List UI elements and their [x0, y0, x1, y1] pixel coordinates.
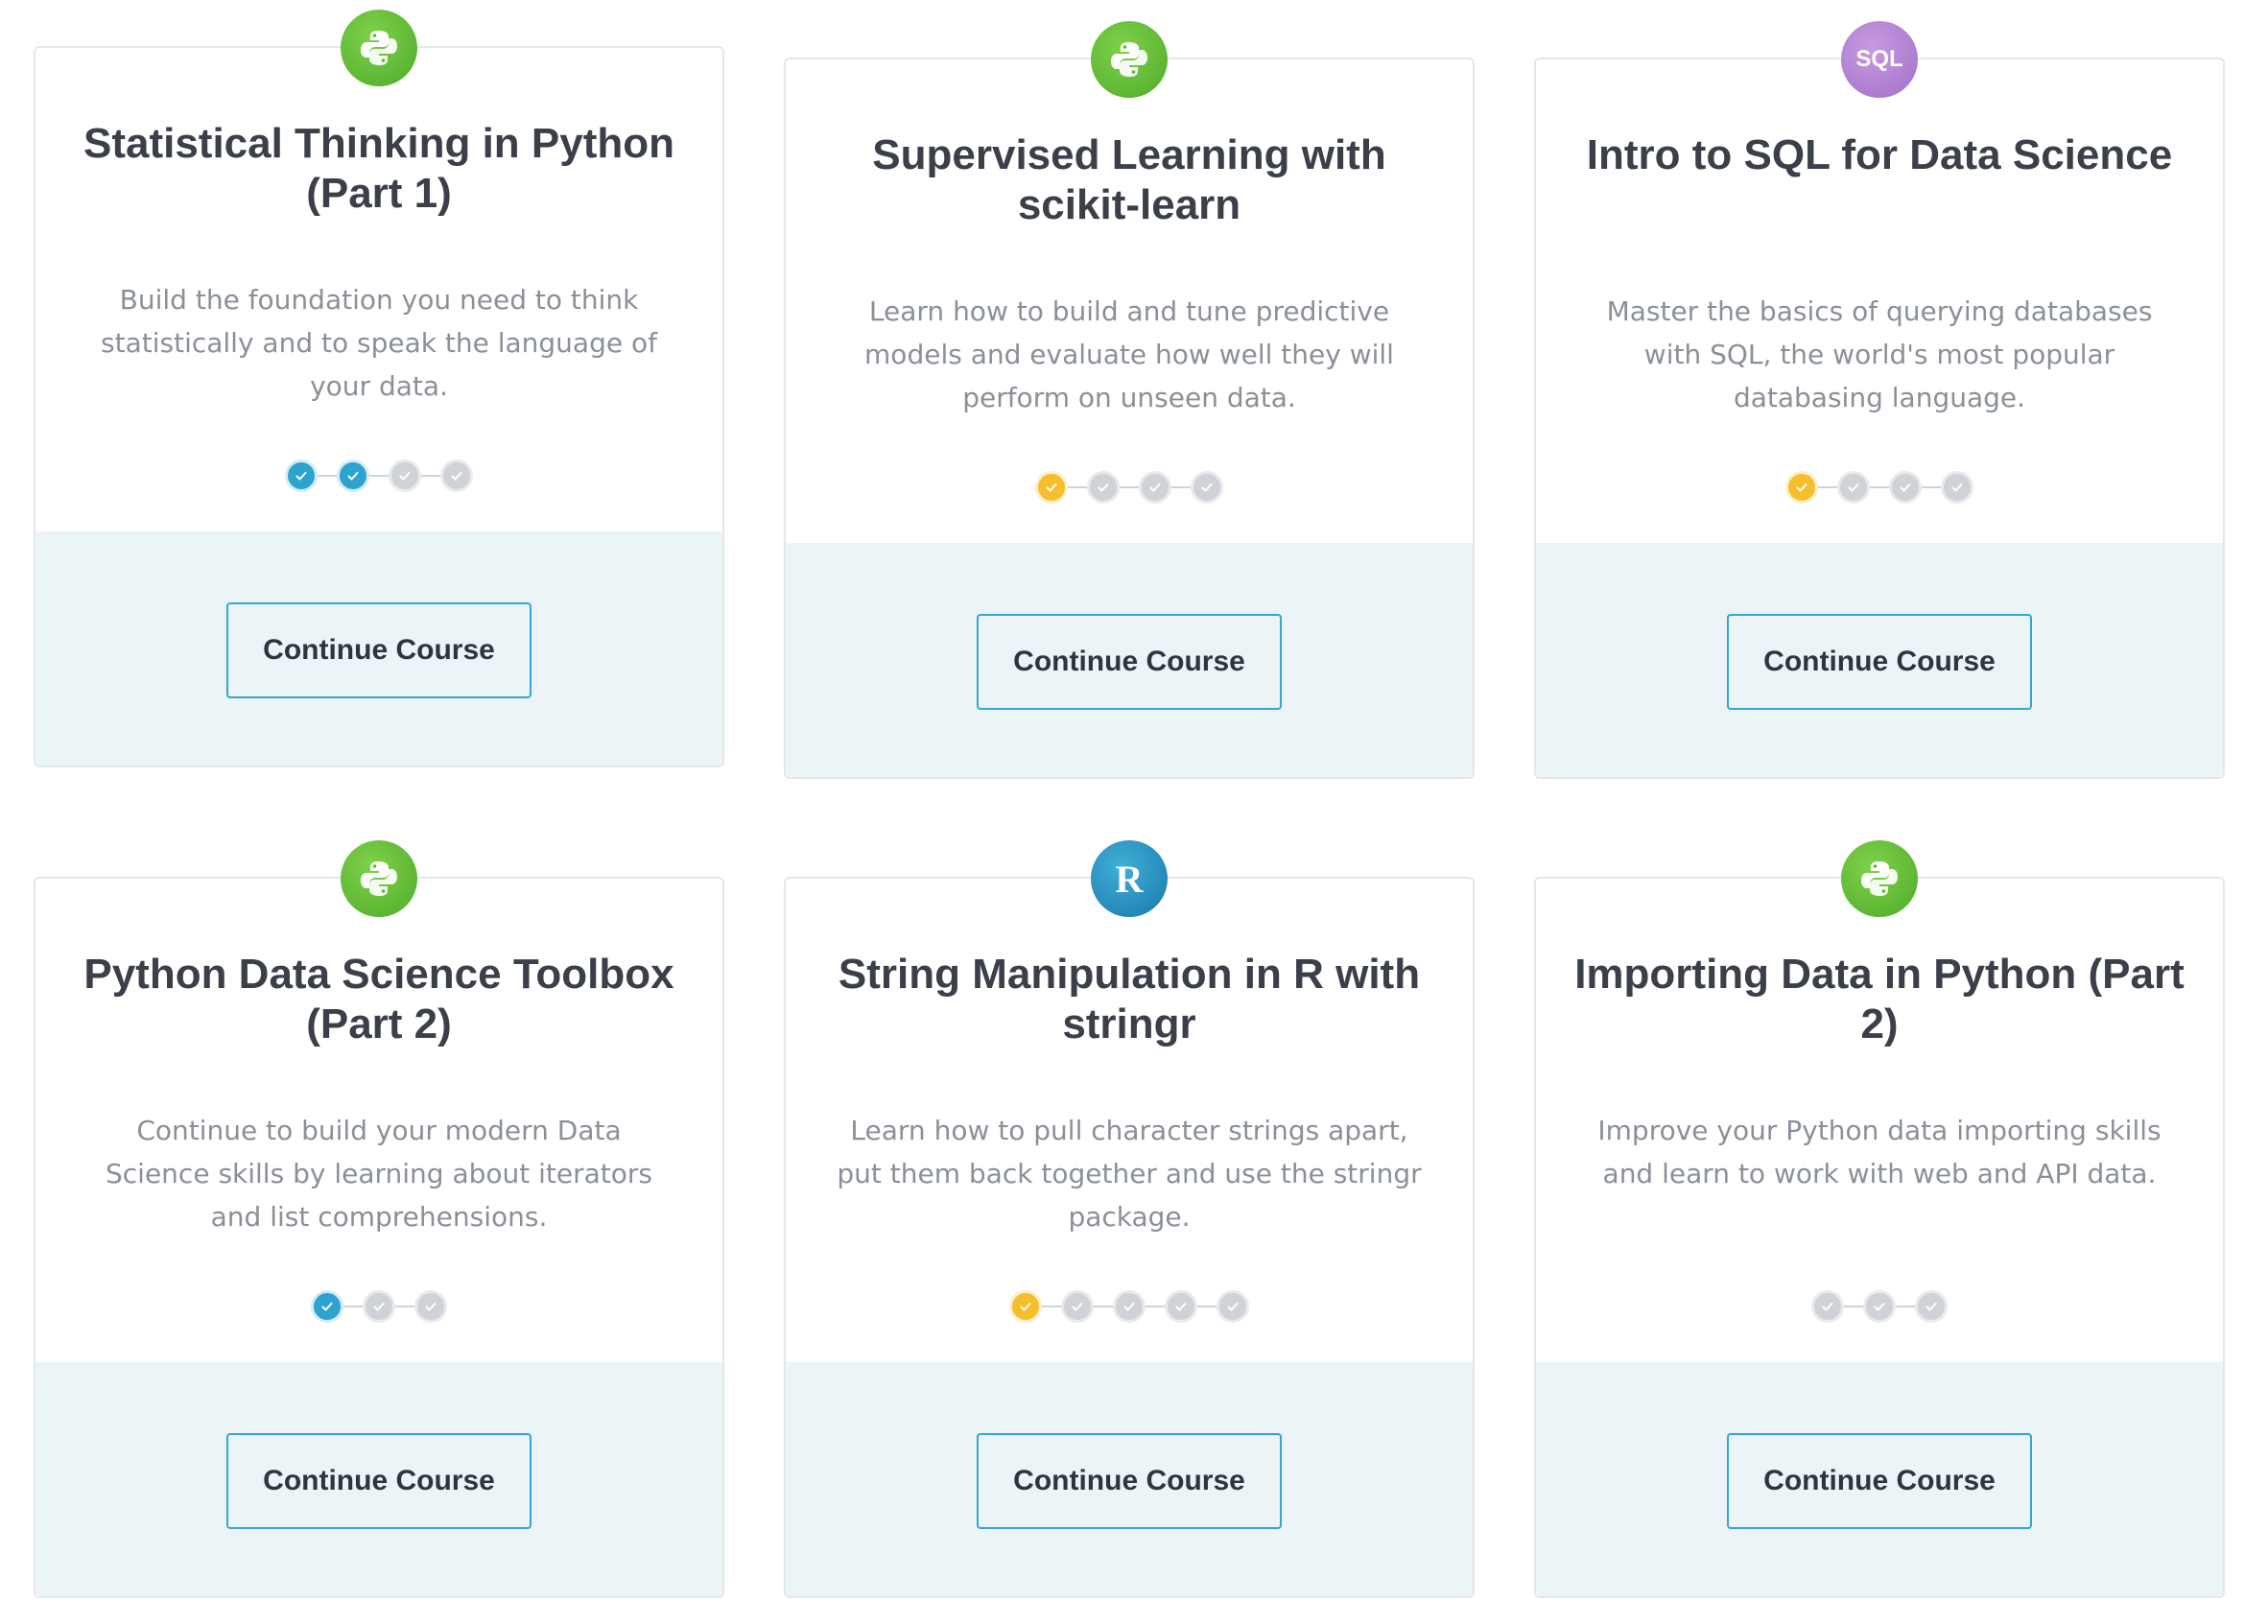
progress-step-incomplete	[389, 459, 421, 492]
course-description: Learn how to build and tune predictive m…	[864, 295, 1394, 413]
progress-step-complete	[1009, 1290, 1042, 1323]
continue-course-button[interactable]: Continue Course	[226, 602, 532, 698]
progress-step-incomplete	[1113, 1290, 1146, 1323]
r-icon: R	[1091, 840, 1168, 917]
card-footer: Continue Course	[1536, 543, 2223, 777]
progress-connector	[318, 475, 337, 477]
progress-connector	[1922, 486, 1941, 488]
python-icon	[1841, 840, 1918, 917]
progress-connector	[395, 1306, 414, 1307]
progress-indicator	[786, 470, 1473, 505]
card-footer: Continue Course	[35, 531, 722, 765]
sql-badge-text: SQL	[1855, 46, 1903, 72]
r-badge-text: R	[1115, 857, 1144, 901]
sql-icon: SQL	[1841, 21, 1918, 98]
progress-step-incomplete	[1941, 471, 1973, 504]
course-description: Master the basics of querying databases …	[1606, 295, 2153, 413]
progress-connector	[421, 475, 440, 477]
progress-step-incomplete	[1837, 471, 1870, 504]
progress-step-complete	[337, 459, 369, 492]
card-footer: Continue Course	[786, 1362, 1473, 1596]
progress-connector	[1042, 1306, 1061, 1307]
progress-step-incomplete	[414, 1290, 447, 1323]
progress-connector	[1197, 1306, 1217, 1307]
course-title[interactable]: Importing Data in Python (Part 2)	[1574, 950, 2185, 1049]
course-description: Continue to build your modern Data Scien…	[106, 1115, 652, 1233]
course-title[interactable]: Supervised Learning with scikit-learn	[824, 130, 1434, 230]
progress-indicator	[35, 1289, 722, 1324]
course-description: Build the foundation you need to think s…	[101, 284, 657, 402]
course-description: Learn how to pull character strings apar…	[837, 1115, 1422, 1233]
progress-indicator	[1536, 1289, 2223, 1324]
progress-connector	[1870, 486, 1889, 488]
course-description: Improve your Python data importing skill…	[1597, 1115, 2162, 1189]
continue-course-button[interactable]: Continue Course	[1727, 614, 2032, 710]
progress-step-incomplete	[1061, 1290, 1094, 1323]
course-card: Continue Course Supervised Learning with…	[784, 21, 1475, 779]
progress-connector	[1844, 1306, 1863, 1307]
continue-course-button[interactable]: Continue Course	[977, 1433, 1282, 1529]
progress-step-incomplete	[440, 459, 473, 492]
course-title[interactable]: String Manipulation in R with stringr	[824, 950, 1434, 1049]
progress-step-incomplete	[1811, 1290, 1844, 1323]
course-card: Continue Course Importing Data in Python…	[1534, 840, 2225, 1598]
progress-step-complete	[285, 459, 318, 492]
continue-course-button[interactable]: Continue Course	[1727, 1433, 2032, 1529]
progress-step-complete	[1785, 471, 1818, 504]
progress-connector	[1094, 1306, 1113, 1307]
course-title[interactable]: Python Data Science Toolbox (Part 2)	[74, 950, 684, 1049]
progress-connector	[1171, 486, 1191, 488]
progress-connector	[1896, 1306, 1915, 1307]
progress-indicator	[35, 459, 722, 493]
progress-step-incomplete	[1139, 471, 1171, 504]
card-footer: Continue Course	[786, 543, 1473, 777]
progress-indicator	[1536, 470, 2223, 505]
course-card: Continue Course R String Manipulation in…	[784, 840, 1475, 1598]
progress-connector	[1146, 1306, 1165, 1307]
progress-connector	[343, 1306, 363, 1307]
progress-step-incomplete	[1217, 1290, 1249, 1323]
continue-course-button[interactable]: Continue Course	[977, 614, 1282, 710]
progress-connector	[369, 475, 389, 477]
progress-step-complete	[1035, 471, 1068, 504]
progress-connector	[1818, 486, 1837, 488]
progress-step-incomplete	[1915, 1290, 1948, 1323]
continue-course-button[interactable]: Continue Course	[226, 1433, 532, 1529]
course-card: Continue Course Statistical Thinking in …	[34, 10, 724, 767]
progress-step-incomplete	[1889, 471, 1922, 504]
progress-connector	[1068, 486, 1087, 488]
course-title[interactable]: Intro to SQL for Data Science	[1574, 130, 2185, 180]
progress-step-incomplete	[363, 1290, 395, 1323]
progress-connector	[1120, 486, 1139, 488]
progress-step-incomplete	[1087, 471, 1120, 504]
progress-step-incomplete	[1165, 1290, 1197, 1323]
card-footer: Continue Course	[35, 1362, 722, 1596]
progress-step-complete	[311, 1290, 343, 1323]
python-icon	[341, 840, 417, 917]
progress-step-incomplete	[1863, 1290, 1896, 1323]
card-footer: Continue Course	[1536, 1362, 2223, 1596]
python-icon	[341, 10, 417, 86]
course-card: Continue Course Python Data Science Tool…	[34, 840, 724, 1598]
course-card: Continue Course SQL Intro to SQL for Dat…	[1534, 21, 2225, 779]
progress-indicator	[786, 1289, 1473, 1324]
progress-step-incomplete	[1191, 471, 1223, 504]
python-icon	[1091, 21, 1168, 98]
course-title[interactable]: Statistical Thinking in Python (Part 1)	[74, 119, 684, 219]
